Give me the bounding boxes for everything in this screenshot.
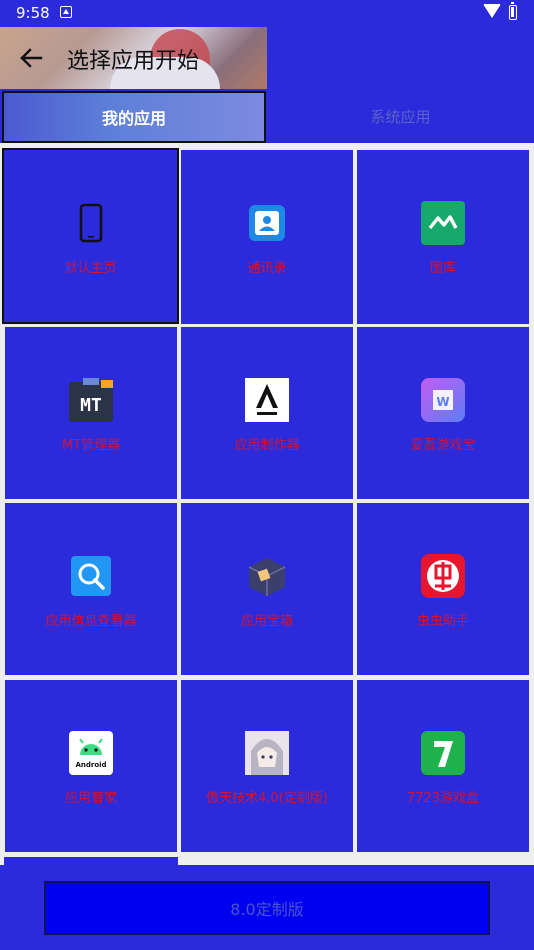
- contacts-icon: [245, 201, 289, 245]
- app-label: MT管理器: [61, 438, 121, 453]
- app-label: 傲天技术4.0(定制版): [206, 791, 328, 806]
- app-maker-icon: [245, 378, 289, 422]
- app-label: 虫虫助手: [416, 614, 469, 629]
- app-label: 默认主页: [64, 261, 117, 276]
- app-cell-7723[interactable]: 7723游戏盒: [357, 680, 529, 852]
- back-arrow-icon: [20, 48, 43, 68]
- version-button[interactable]: 8.0定制版: [44, 881, 490, 935]
- app-label: 应用管家: [64, 791, 117, 806]
- app-box-icon: [245, 554, 289, 598]
- svg-text:MT: MT: [80, 395, 102, 416]
- app-label: 图库: [429, 261, 456, 276]
- back-button[interactable]: [14, 41, 48, 75]
- app-cell-gallery[interactable]: 图库: [357, 150, 529, 324]
- android-manager-icon: Android: [69, 731, 113, 775]
- app-label: 应用宝箱: [240, 614, 293, 629]
- mt-manager-icon: MT: [69, 378, 113, 422]
- app-cell-partial: [4, 857, 178, 865]
- status-time: 9:58: [16, 4, 50, 22]
- phone-icon: [69, 201, 113, 245]
- app-cell-android-manager[interactable]: Android 应用管家: [5, 680, 177, 852]
- aotian-avatar-icon: [245, 731, 289, 775]
- tab-my-apps[interactable]: 我的应用: [2, 91, 266, 143]
- app-cell-default-home[interactable]: 默认主页: [2, 148, 179, 324]
- app-label: 应用信息查看器: [45, 614, 137, 629]
- app-cell-app-info-viewer[interactable]: 应用信息查看器: [5, 503, 177, 675]
- app-cell-app-maker[interactable]: 应用制作器: [181, 327, 353, 499]
- chongchong-icon: [421, 554, 465, 598]
- app-label: 应用制作器: [234, 438, 300, 453]
- aiwu-game-icon: W: [421, 378, 465, 422]
- 7723-game-box-icon: [421, 731, 465, 775]
- app-label: 通讯录: [247, 261, 287, 276]
- app-cell-mt-manager[interactable]: MT MT管理器: [5, 327, 177, 499]
- app-cell-contacts[interactable]: 通讯录: [181, 150, 353, 324]
- gallery-icon: [421, 201, 465, 245]
- app-label: 7723游戏盒: [406, 791, 480, 806]
- status-bar: 9:58: [0, 0, 534, 27]
- notification-icon: [60, 6, 72, 18]
- page-title: 选择应用开始: [67, 49, 200, 74]
- wifi-icon: [483, 4, 501, 18]
- battery-icon: [509, 2, 517, 20]
- app-grid: 默认主页 通讯录 图库 MT MT管理器 应用制作器 W 爱吾游戏宝 应用信息查…: [0, 147, 534, 865]
- tab-system-apps[interactable]: 系统应用: [267, 89, 534, 143]
- app-toolbar: 选择应用开始: [0, 27, 534, 89]
- app-cell-chongchong[interactable]: 虫虫助手: [357, 503, 529, 675]
- app-info-viewer-icon: [69, 554, 113, 598]
- app-label: 爱吾游戏宝: [410, 438, 476, 453]
- app-cell-app-box[interactable]: 应用宝箱: [181, 503, 353, 675]
- svg-text:Android: Android: [75, 761, 106, 769]
- svg-text:W: W: [436, 395, 449, 409]
- app-cell-aotian[interactable]: 傲天技术4.0(定制版): [181, 680, 353, 852]
- app-cell-aiwu-game[interactable]: W 爱吾游戏宝: [357, 327, 529, 499]
- bottom-bar: 8.0定制版: [0, 865, 534, 950]
- tab-bar: 我的应用 系统应用: [0, 89, 534, 147]
